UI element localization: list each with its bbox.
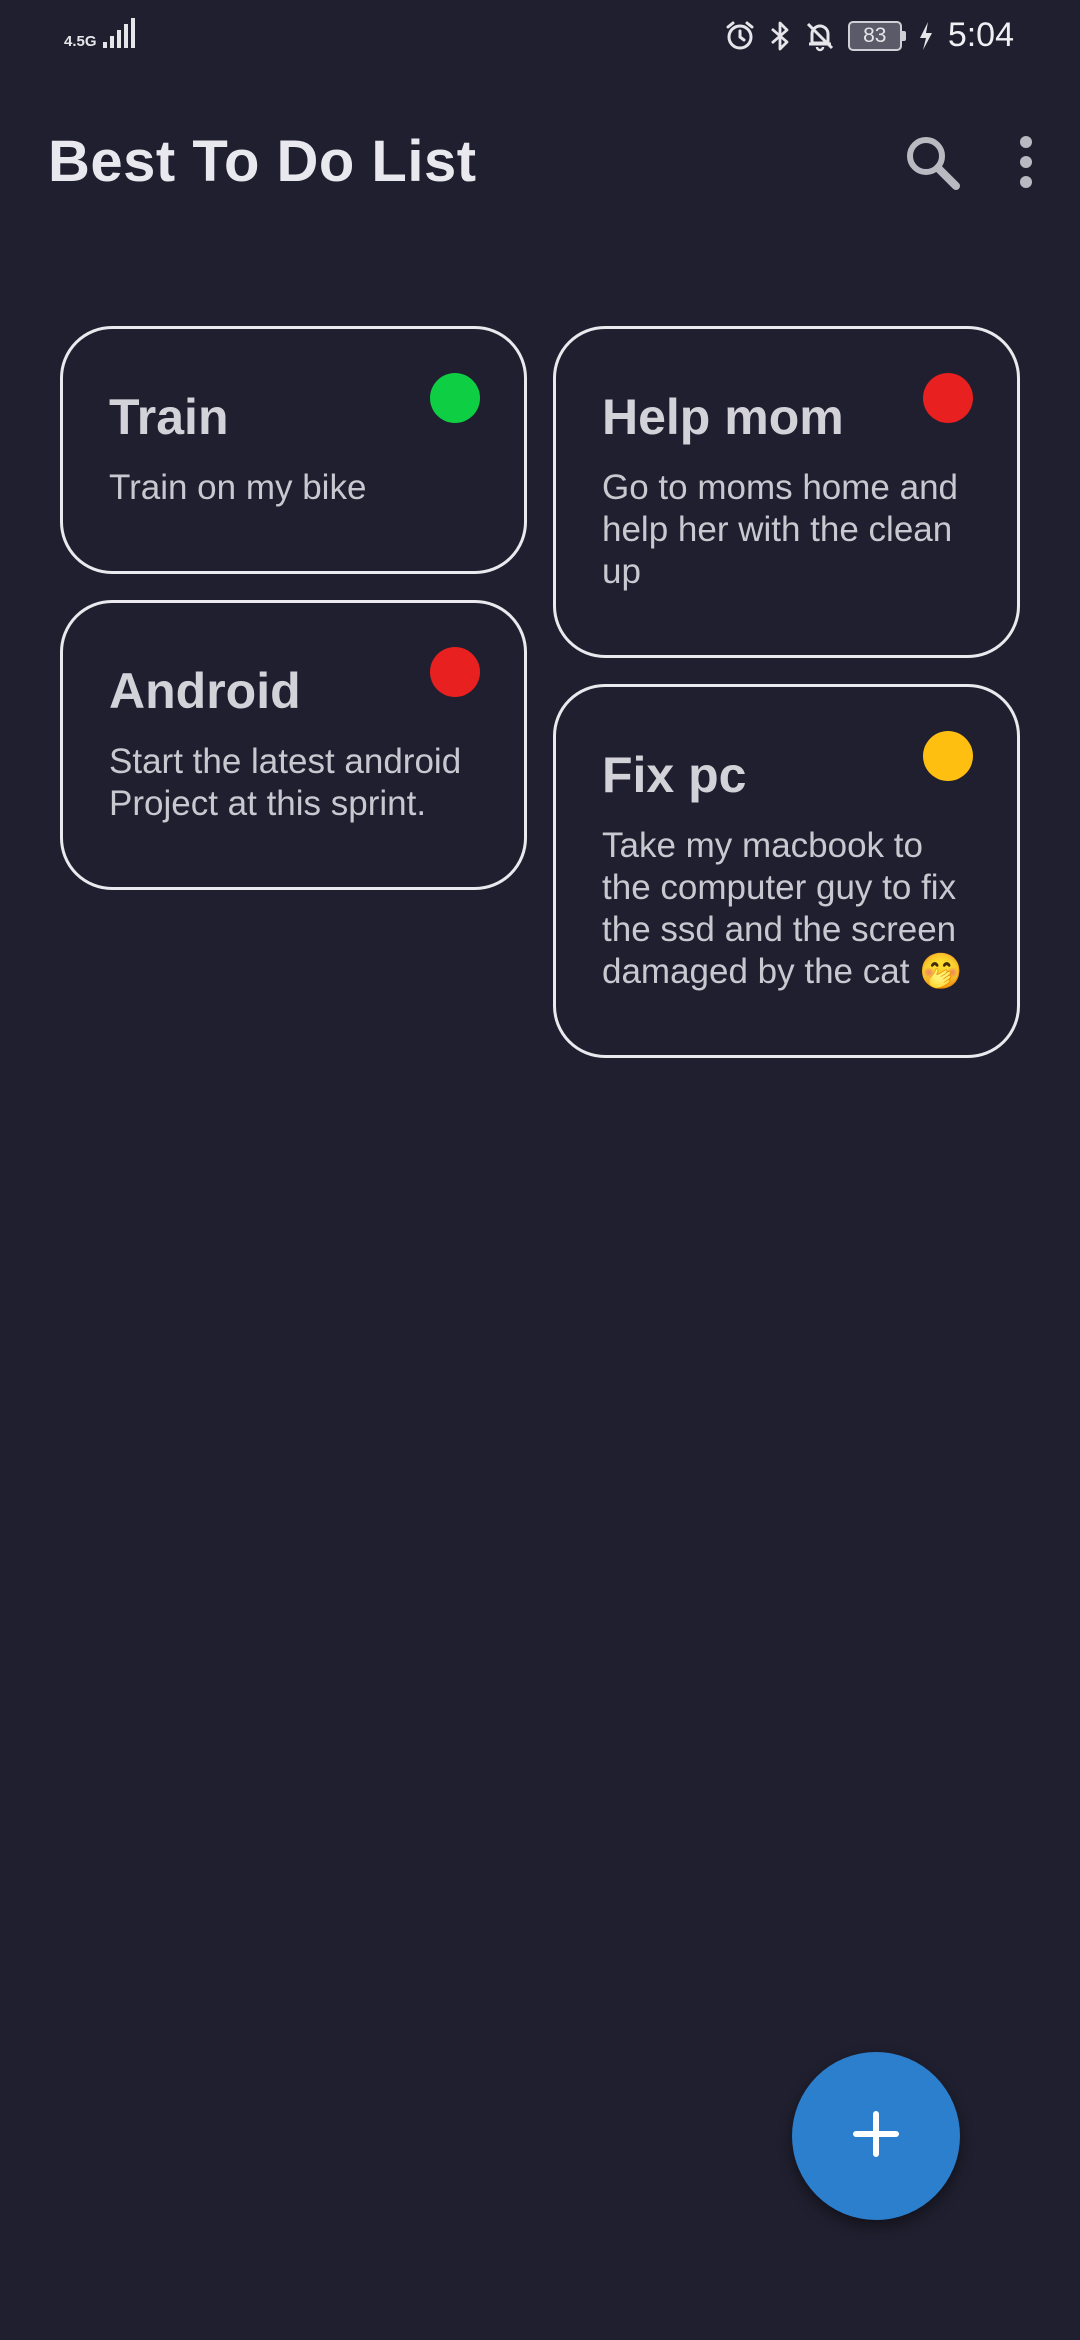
priority-dot bbox=[923, 731, 973, 781]
battery-indicator: 83 bbox=[847, 20, 906, 51]
network-type: 4.5G bbox=[64, 33, 97, 50]
alarm-icon bbox=[724, 20, 756, 52]
notes-grid: Train Train on my bike Android Start the… bbox=[60, 326, 1020, 1058]
note-card-fix-pc[interactable]: Fix pc Take my macbook to the computer g… bbox=[553, 684, 1020, 1058]
notifications-off-icon bbox=[804, 20, 836, 52]
note-body: Go to moms home and help her with the cl… bbox=[602, 467, 958, 591]
note-title: Train bbox=[109, 389, 229, 445]
battery-level: 83 bbox=[847, 20, 902, 51]
note-body: Take my macbook to the computer guy to f… bbox=[602, 825, 963, 991]
note-card-help-mom[interactable]: Help mom Go to moms home and help her wi… bbox=[553, 326, 1020, 658]
note-card-android[interactable]: Android Start the latest android Project… bbox=[60, 600, 527, 890]
system-status: 83 5:04 bbox=[724, 16, 1014, 55]
app-title: Best To Do List bbox=[48, 129, 477, 194]
search-icon bbox=[902, 132, 962, 197]
note-body: Start the latest android Project at this… bbox=[109, 741, 462, 823]
add-icon bbox=[852, 2110, 900, 2163]
note-card-train[interactable]: Train Train on my bike bbox=[60, 326, 527, 574]
note-body: Train on my bike bbox=[109, 467, 367, 507]
note-title: Fix pc bbox=[602, 747, 747, 803]
notes-column-left: Train Train on my bike Android Start the… bbox=[60, 326, 527, 1058]
more-options-button[interactable] bbox=[986, 124, 1066, 204]
priority-dot bbox=[430, 373, 480, 423]
priority-dot bbox=[923, 373, 973, 423]
note-title: Android bbox=[109, 663, 301, 719]
bluetooth-icon bbox=[768, 20, 792, 52]
charging-icon bbox=[918, 21, 934, 51]
more-vert-icon bbox=[1016, 134, 1036, 195]
status-bar: 4.5G 83 5:04 bbox=[0, 0, 1080, 76]
clock: 5:04 bbox=[947, 16, 1014, 54]
signal-icon bbox=[101, 18, 135, 50]
app-bar: Best To Do List bbox=[0, 108, 1080, 218]
notes-column-right: Help mom Go to moms home and help her wi… bbox=[553, 326, 1020, 1058]
priority-dot bbox=[430, 647, 480, 697]
search-button[interactable] bbox=[892, 124, 972, 204]
note-title: Help mom bbox=[602, 389, 844, 445]
add-note-button[interactable] bbox=[792, 2052, 960, 2220]
battery-tip bbox=[901, 30, 906, 41]
network-status: 4.5G bbox=[64, 18, 135, 50]
